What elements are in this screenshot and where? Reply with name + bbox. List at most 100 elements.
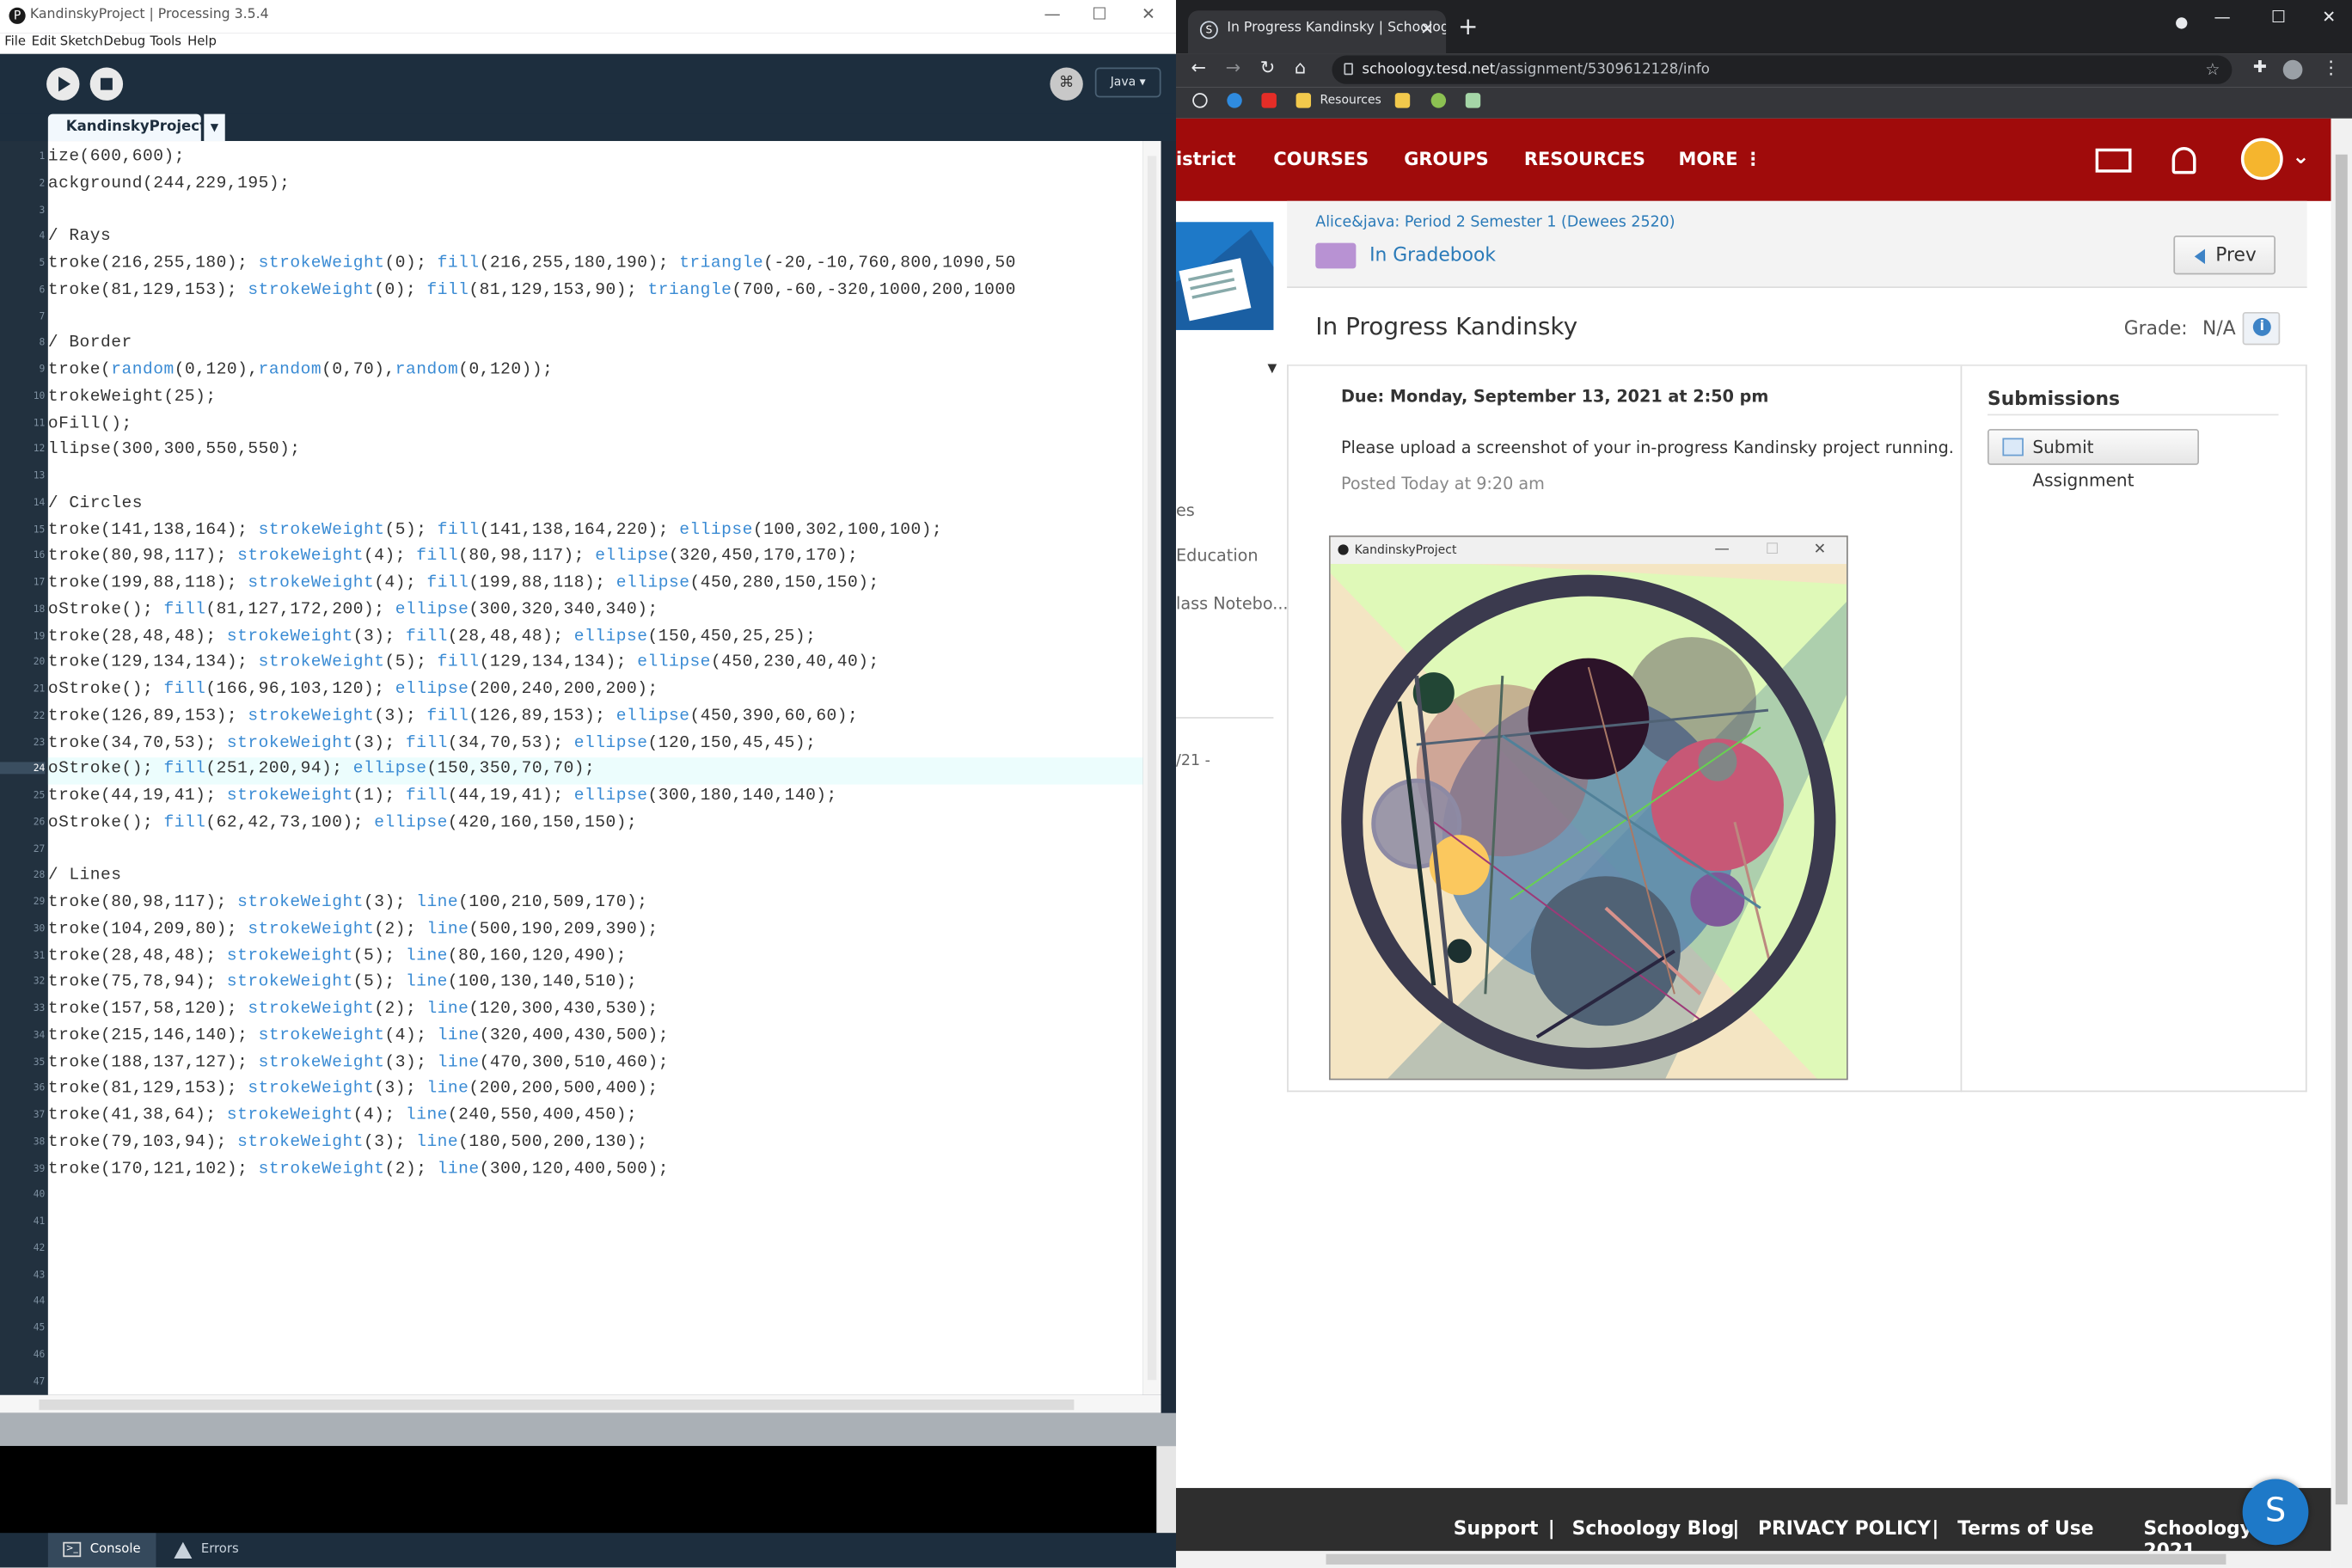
code-line[interactable]: troke(28,48,48); strokeWeight(5); line(8…	[48, 944, 627, 971]
stop-button[interactable]	[89, 67, 124, 101]
menu-file[interactable]: File	[4, 34, 26, 49]
tab-kandinskyproject[interactable]: KandinskyProject	[47, 113, 206, 142]
code-line[interactable]: troke(216,255,180); strokeWeight(0); fil…	[48, 252, 1016, 279]
bookmark-sheet-icon[interactable]	[1465, 93, 1481, 108]
extensions-icon[interactable]: ✚	[2253, 57, 2267, 77]
course-breadcrumb-link[interactable]: Alice&java: Period 2 Semester 1 (Dewees …	[1315, 215, 1675, 231]
user-avatar[interactable]	[2240, 138, 2283, 181]
bookmark-folder-icon[interactable]	[1394, 93, 1411, 108]
code-line[interactable]: troke(141,138,164); strokeWeight(5); fil…	[48, 518, 942, 545]
bookmark-youtube-icon[interactable]	[1261, 93, 1277, 108]
code-line[interactable]: troke(170,121,102); strokeWeight(2); lin…	[48, 1157, 669, 1184]
code-line[interactable]: troke(215,146,140); strokeWeight(4); lin…	[48, 1024, 669, 1050]
nav-more[interactable]: MORE ⋮	[1679, 149, 1762, 169]
editor-horizontal-scrollbar[interactable]	[0, 1394, 1161, 1413]
code-line[interactable]: oStroke(); fill(62,42,73,100); ellipse(4…	[48, 812, 637, 838]
reload-icon[interactable]: ↻	[1260, 57, 1276, 77]
code-line[interactable]: / Circles	[48, 492, 143, 518]
tab-menu-arrow-icon[interactable]: ▼	[204, 113, 225, 142]
page-vertical-scrollbar[interactable]	[2331, 118, 2352, 1568]
code-line[interactable]: troke(44,19,41); strokeWeight(1); fill(4…	[48, 785, 837, 812]
forward-icon[interactable]: →	[1226, 57, 1241, 77]
close-icon[interactable]: ✕	[1142, 4, 1155, 24]
maximize-icon[interactable]: ☐	[2271, 8, 2286, 28]
sidebar-item[interactable]: lass Notebo...	[1176, 594, 1289, 614]
code-line[interactable]: troke(75,78,94); strokeWeight(5); line(1…	[48, 971, 637, 997]
sidebar-collapse-icon[interactable]: ▼	[1267, 362, 1277, 376]
nav-district[interactable]: istrict	[1176, 149, 1236, 169]
tab-search-icon[interactable]: ●	[2175, 15, 2188, 31]
code-line[interactable]: troke(188,137,127); strokeWeight(3); lin…	[48, 1050, 669, 1077]
profile-avatar[interactable]	[2282, 59, 2303, 80]
chevron-down-icon[interactable]: ⌄	[2292, 145, 2309, 169]
new-tab-icon[interactable]: +	[1458, 12, 1478, 40]
footer-support-link[interactable]: Support	[1454, 1516, 1539, 1539]
tab-console[interactable]: >_ Console	[47, 1533, 156, 1568]
code-line[interactable]: troke(104,209,80); strokeWeight(2); line…	[48, 917, 658, 944]
browser-tab-active[interactable]: S In Progress Kandinsky | Schoology ✕	[1187, 10, 1447, 54]
menu-edit[interactable]: Edit	[32, 34, 57, 49]
bookmark-onedrive-icon[interactable]	[1227, 93, 1242, 108]
code-line[interactable]: troke(random(0,120),random(0,70),random(…	[48, 358, 554, 385]
maximize-icon[interactable]: ☐	[1092, 4, 1106, 24]
code-line[interactable]: oStroke(); fill(166,96,103,120); ellipse…	[48, 678, 658, 705]
bookmark-schoology-icon[interactable]	[1192, 93, 1208, 108]
tab-errors[interactable]: Errors	[168, 1533, 273, 1567]
editor-vertical-scrollbar[interactable]	[1142, 141, 1161, 1395]
prev-button[interactable]: Prev	[2173, 235, 2276, 275]
mode-selector[interactable]: Java ▾	[1094, 67, 1161, 98]
close-icon[interactable]: ✕	[2322, 8, 2336, 28]
code-editor[interactable]: ize(600,600); ackground(244,229,195); / Ra…	[47, 141, 1143, 1395]
code-line[interactable]: troke(34,70,53); strokeWeight(3); fill(3…	[48, 732, 816, 758]
footer-privacy-link[interactable]: PRIVACY POLICY	[1758, 1516, 1931, 1539]
chrome-menu-icon[interactable]: ⋮	[2322, 57, 2340, 77]
code-line[interactable]: troke(157,58,120); strokeWeight(2); line…	[48, 997, 658, 1024]
sidebar-item[interactable]: es	[1176, 501, 1195, 521]
code-line[interactable]: oFill();	[48, 412, 132, 438]
code-line[interactable]: / Border	[48, 332, 132, 358]
code-line[interactable]: troke(41,38,64); strokeWeight(4); line(2…	[48, 1104, 637, 1130]
debugger-button[interactable]: ⌘	[1050, 67, 1083, 101]
nav-courses[interactable]: COURSES	[1273, 149, 1369, 169]
code-line[interactable]: / Lines	[48, 864, 122, 891]
nav-resources[interactable]: RESOURCES	[1524, 149, 1645, 169]
code-line[interactable]: / Rays	[48, 225, 111, 252]
back-icon[interactable]: ←	[1191, 57, 1206, 77]
code-line[interactable]: ize(600,600);	[48, 145, 185, 172]
code-line[interactable]: troke(126,89,153); strokeWeight(3); fill…	[48, 705, 858, 732]
bookmark-star-icon[interactable]: ☆	[2205, 56, 2220, 84]
address-bar[interactable]: schoology.tesd.net/assignment/5309612128…	[1332, 55, 2233, 84]
menu-tools[interactable]: Tools	[150, 34, 181, 49]
notifications-bell-icon[interactable]	[2171, 147, 2196, 175]
footer-blog-link[interactable]: Schoology Blog	[1572, 1516, 1735, 1539]
code-line[interactable]: troke(28,48,48); strokeWeight(3); fill(2…	[48, 625, 816, 652]
sidebar-item[interactable]: Education	[1176, 546, 1259, 566]
tab-close-icon[interactable]: ✕	[1420, 10, 1434, 48]
run-button[interactable]	[46, 67, 80, 101]
page-horizontal-scrollbar[interactable]	[1176, 1551, 2331, 1568]
home-icon[interactable]: ⌂	[1295, 57, 1306, 77]
menu-sketch[interactable]: Sketch	[60, 34, 103, 49]
code-line[interactable]: llipse(300,300,550,550);	[48, 438, 301, 465]
submit-assignment-button[interactable]: Submit Assignment	[1987, 429, 2200, 491]
console-scrollbar[interactable]	[1156, 1446, 1177, 1534]
code-line[interactable]: troke(80,98,117); strokeWeight(4); fill(…	[48, 545, 858, 572]
code-line[interactable]: trokeWeight(25);	[48, 385, 217, 412]
info-button[interactable]	[2242, 311, 2281, 346]
code-line[interactable]: oStroke(); fill(81,127,172,200); ellipse…	[48, 598, 658, 625]
code-line[interactable]: troke(79,103,94); strokeWeight(3); line(…	[48, 1130, 648, 1157]
code-line[interactable]: troke(199,88,118); strokeWeight(4); fill…	[48, 572, 879, 598]
code-line[interactable]: troke(129,134,134); strokeWeight(5); fil…	[48, 652, 879, 678]
schoology-help-button[interactable]: S	[2242, 1479, 2309, 1546]
menu-help[interactable]: Help	[187, 34, 217, 49]
footer-terms-link[interactable]: Terms of Use	[1957, 1516, 2093, 1539]
code-line[interactable]: troke(81,129,153); strokeWeight(0); fill…	[48, 279, 1016, 305]
code-line[interactable]: troke(80,98,117); strokeWeight(3); line(…	[48, 891, 648, 917]
bookmark-resources[interactable]: Resources	[1320, 93, 1381, 107]
minimize-icon[interactable]: —	[2214, 8, 2230, 28]
code-line[interactable]: troke(81,129,153); strokeWeight(3); line…	[48, 1077, 658, 1104]
code-line[interactable]: oStroke(); fill(251,200,94); ellipse(150…	[47, 757, 1143, 785]
mail-icon[interactable]	[2095, 148, 2132, 173]
bookmark-site-icon[interactable]	[1430, 93, 1447, 108]
menu-debug[interactable]: Debug	[103, 34, 145, 49]
